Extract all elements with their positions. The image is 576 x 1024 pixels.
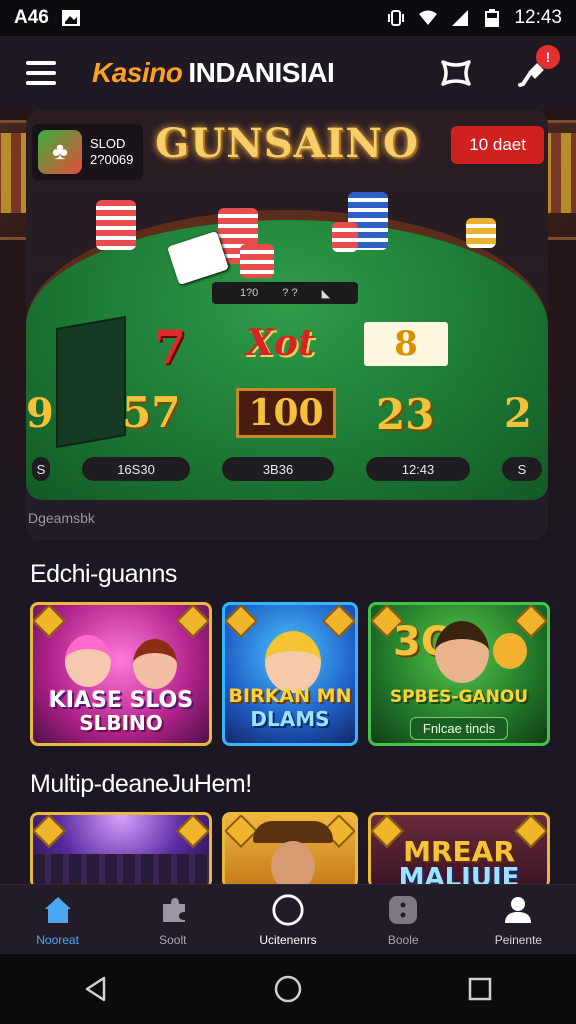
stat-pill: S: [32, 457, 50, 481]
symbol-hundred: 100: [236, 388, 336, 438]
stat-pill: 16S30: [82, 457, 190, 481]
timer-right: ? ?: [282, 287, 298, 299]
game-tag: Fnlcae tincls: [409, 717, 509, 740]
chip-stack: [332, 222, 358, 252]
profile-icon: [501, 893, 535, 927]
notification-badge: !: [536, 45, 560, 69]
hero-banner: GUNSAINO ♣ SLOD 2?0069 10 daet 1?0 ? ? ◣…: [0, 110, 576, 540]
stat-pill: 12:43: [366, 457, 470, 481]
nav-label: Soolt: [159, 932, 187, 947]
symbol-right-partial: 2: [504, 390, 532, 437]
status-carrier-text: A46: [14, 7, 49, 28]
section-title: Edchi-guanns: [30, 560, 177, 588]
promo-line-1: SLOD: [90, 136, 126, 151]
nav-item-center[interactable]: Ucitenenrs: [230, 885, 345, 954]
circle-icon: [271, 893, 305, 927]
home-icon: [41, 893, 75, 927]
chip-stack: [96, 200, 136, 250]
nav-label: Boole: [387, 932, 419, 947]
image-icon: [61, 10, 80, 26]
symbol-xot: Xot: [246, 322, 315, 364]
stat-row: S 16S30 3B36 12:43 S: [26, 456, 548, 482]
status-bar: A46 12:43: [0, 0, 576, 36]
bottom-navigation: Nooreat Soolt Ucitenenrs Boole Peinente: [0, 884, 576, 954]
game-title: SPBES-GANOU: [389, 687, 529, 707]
diamond-button[interactable]: [438, 55, 474, 91]
clover-badge-icon: ♣: [38, 130, 82, 174]
game-row: MREAR MALIUIE: [30, 812, 550, 888]
section-title: Multip-deaneJuHem!: [30, 770, 252, 798]
game-subtitle: SLBINO: [79, 711, 163, 735]
status-time: 12:43: [514, 7, 562, 28]
game-tile[interactable]: KIASE SLOS SLBINO: [30, 602, 212, 746]
home-circle-icon[interactable]: [268, 969, 308, 1009]
symbol-eight: 8: [364, 322, 448, 366]
play-icon: ◣: [321, 287, 331, 300]
game-tile[interactable]: MREAR MALIUIE: [368, 812, 550, 888]
nav-label: Ucitenenrs: [259, 932, 317, 947]
recents-icon[interactable]: [460, 969, 500, 1009]
game-tile[interactable]: [222, 812, 358, 888]
game-title: BIRKAN MN: [228, 685, 352, 707]
bonus-button[interactable]: 10 daet: [451, 126, 544, 164]
vibrate-icon: [388, 10, 405, 26]
scoreboard: [56, 315, 126, 449]
nav-label: Nooreat: [36, 932, 79, 947]
game-title: KIASE SLOS: [48, 688, 194, 713]
chip-stack: [466, 218, 496, 248]
symbol-left-partial: 9: [26, 390, 54, 437]
symbol-fifty-seven: 57: [122, 388, 181, 437]
casino-sign: GUNSAINO: [155, 120, 419, 167]
promo-line-2: 2?0069: [90, 152, 134, 167]
hamburger-menu-icon[interactable]: [26, 61, 56, 85]
signal-icon: [452, 10, 469, 26]
nav-item-boole[interactable]: Boole: [346, 885, 461, 954]
battery-icon: [485, 9, 500, 27]
app-title: Kasino INDANISIAI: [92, 57, 335, 89]
brand-accent: Kasino: [92, 57, 183, 88]
game-tile[interactable]: 3O SPBES-GANOU Fnlcae tincls: [368, 602, 550, 746]
game-subtitle: DLAMS: [250, 707, 330, 731]
system-navigation: [0, 954, 576, 1024]
notification-button[interactable]: !: [514, 45, 560, 91]
app-header: Kasino INDANISIAI !: [0, 36, 576, 110]
nav-item-profile[interactable]: Peinente: [461, 885, 576, 954]
symbol-seven: 7: [154, 320, 187, 374]
nav-item-slots[interactable]: Soolt: [115, 885, 230, 954]
game-row: KIASE SLOS SLBINO BIRKAN MN DLAMS 3O SPB…: [30, 602, 550, 746]
symbol-twenty-three: 23: [376, 390, 435, 439]
game-title: MREAR: [403, 835, 515, 868]
stat-pill: S: [502, 457, 542, 481]
chip-stack: [240, 244, 274, 278]
back-icon[interactable]: [76, 969, 116, 1009]
dice-icon: [386, 893, 420, 927]
wifi-icon: [419, 10, 438, 25]
promo-chip[interactable]: ♣ SLOD 2?0069: [32, 124, 144, 180]
round-timer: 1?0 ? ? ◣: [212, 282, 358, 304]
featured-game-card[interactable]: GUNSAINO ♣ SLOD 2?0069 10 daet 1?0 ? ? ◣…: [26, 110, 548, 540]
nav-label: Peinente: [494, 932, 543, 947]
game-tile[interactable]: BIRKAN MN DLAMS: [222, 602, 358, 746]
hero-caption: Dgeamsbk: [26, 500, 548, 540]
puzzle-icon: [156, 893, 190, 927]
nav-item-home[interactable]: Nooreat: [0, 885, 115, 954]
timer-left: 1?0: [239, 287, 259, 299]
brand-name: INDANISIAI: [188, 57, 335, 88]
diamond-icon: [441, 60, 471, 86]
game-tile[interactable]: [30, 812, 212, 888]
stat-pill: 3B36: [222, 457, 334, 481]
